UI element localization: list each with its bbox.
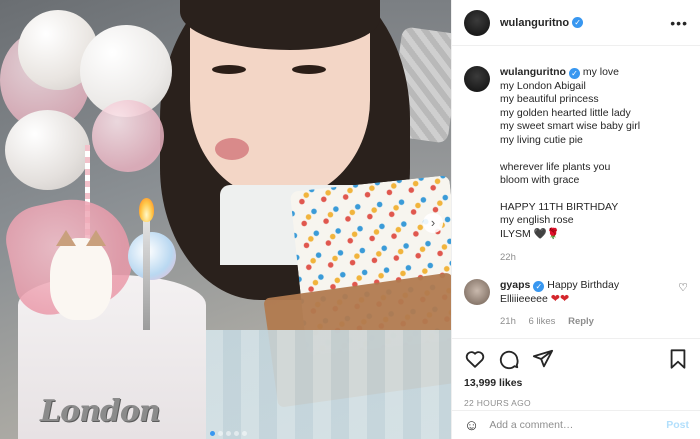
comments-section: wulanguritno ✓ my love my London Abigail … <box>452 46 700 338</box>
comment-composer: ☺ Post <box>452 410 700 439</box>
avatar[interactable] <box>464 66 490 92</box>
caption-line: bloom with grace <box>500 174 580 187</box>
carousel-dot <box>234 431 239 436</box>
comment-username[interactable]: gyaps <box>500 279 530 291</box>
comment-likes[interactable]: 6 likes <box>529 316 556 327</box>
girl-eye-left <box>212 65 246 74</box>
caption-line: wherever life plants you <box>500 160 611 173</box>
balloon-white <box>5 110 90 190</box>
caption-line: HAPPY 11TH BIRTHDAY <box>500 200 619 213</box>
caption-line: ILYSM 🖤🌹 <box>500 227 560 240</box>
post-photo[interactable]: London › <box>0 0 451 439</box>
comment-text: Happy Birthday <box>547 279 620 292</box>
instagram-post: London › wulanguritno ✓ ••• wulanguritno… <box>0 0 700 439</box>
comment-age[interactable]: 21h <box>500 316 516 327</box>
post-header: wulanguritno ✓ ••• <box>452 0 700 46</box>
post-timestamp[interactable]: 22 HOURS AGO <box>464 398 689 408</box>
comment-input[interactable] <box>489 419 667 431</box>
comment-icon[interactable] <box>498 348 520 370</box>
cat-figurine <box>50 230 112 320</box>
red-heart-emoji: ❤❤ <box>550 292 570 305</box>
carousel-dots <box>210 431 247 436</box>
emoji-icon[interactable]: ☺ <box>464 417 479 434</box>
verified-badge-icon: ✓ <box>572 17 584 28</box>
share-icon[interactable] <box>532 348 554 370</box>
comment-text: Elliiieeeee <box>500 292 548 305</box>
caption-line: my golden hearted little lady <box>500 106 631 119</box>
reply-button[interactable]: Reply <box>568 316 594 327</box>
more-options-icon[interactable]: ••• <box>670 15 688 31</box>
carousel-dot <box>242 431 247 436</box>
post-sidebar: wulanguritno ✓ ••• wulanguritno ✓ my love… <box>451 0 700 439</box>
avatar[interactable] <box>464 9 490 36</box>
cat-ear <box>86 230 106 246</box>
comment-like-heart-icon[interactable]: ♡ <box>678 279 688 329</box>
verified-badge-icon: ✓ <box>568 68 580 79</box>
table-cloth <box>205 330 451 439</box>
caption-line: my sweet smart wise baby girl <box>500 120 641 133</box>
bookmark-icon[interactable] <box>667 348 689 370</box>
unicorn-figurine <box>128 232 176 280</box>
girl-eye-right <box>292 65 326 74</box>
heart-icon[interactable] <box>464 348 486 370</box>
caption-line: my London Abigail <box>500 79 586 92</box>
girl-lips <box>215 138 249 160</box>
candle <box>143 220 150 330</box>
carousel-dot <box>210 431 215 436</box>
caption-age[interactable]: 22h <box>500 252 516 263</box>
caption-line: my love <box>582 66 620 78</box>
carousel-dot <box>226 431 231 436</box>
header-username[interactable]: wulanguritno <box>500 17 569 29</box>
carousel-dot <box>218 431 223 436</box>
cat-ear <box>56 230 76 246</box>
cake-topper-text: London <box>40 394 161 429</box>
avatar[interactable] <box>464 279 490 306</box>
comment-body: gyaps ✓ Happy Birthday Elliiieeeee ❤❤ 21h… <box>500 279 619 329</box>
like-count[interactable]: 13,999 likes <box>464 377 689 389</box>
caption-line: my beautiful princess <box>500 93 599 106</box>
action-icons <box>464 342 689 376</box>
caption-line: my english rose <box>500 214 574 227</box>
post-actions: 13,999 likes 22 HOURS AGO <box>452 338 700 408</box>
candle-flame <box>139 198 154 222</box>
verified-badge-icon: ✓ <box>533 281 545 293</box>
comment-meta: 21h 6 likes Reply <box>500 315 619 329</box>
caption-username[interactable]: wulanguritno <box>500 66 566 78</box>
balloon-pink <box>92 100 164 172</box>
caption: wulanguritno ✓ my love my London Abigail … <box>464 66 688 264</box>
caption-body: wulanguritno ✓ my love my London Abigail … <box>500 66 640 264</box>
caption-line: my living cutie pie <box>500 133 583 146</box>
comment-row: gyaps ✓ Happy Birthday Elliiieeeee ❤❤ 21h… <box>464 279 688 329</box>
post-comment-button[interactable]: Post <box>666 419 689 431</box>
chevron-right-icon[interactable]: › <box>423 213 443 233</box>
